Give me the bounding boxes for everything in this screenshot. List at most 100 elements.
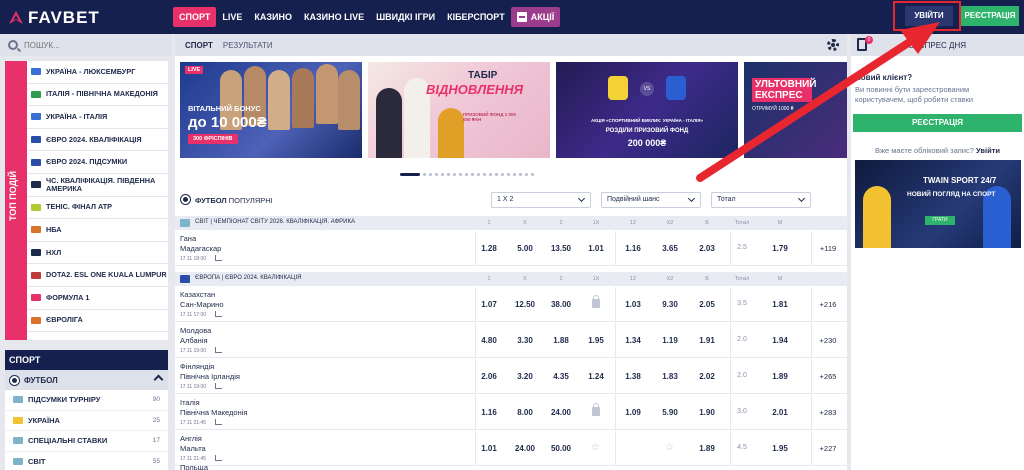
carousel-dot[interactable]: [519, 173, 522, 176]
team-away[interactable]: Албанія: [180, 336, 208, 345]
league-row[interactable]: ЄВРОПА | ЄВРО 2024. КВАЛІФІКАЦІЯ 1 X 2 1X 12 X…: [175, 272, 847, 286]
odds-button[interactable]: 1.89: [692, 444, 722, 453]
carousel-dot[interactable]: [507, 173, 510, 176]
nav-casino[interactable]: КАЗИНО: [248, 7, 298, 27]
sport-sub-item[interactable]: УКРАЇНА 25: [5, 411, 168, 431]
more-markets-button[interactable]: +230: [813, 336, 843, 345]
odds-button[interactable]: 12.50: [510, 300, 540, 309]
stats-icon[interactable]: [215, 455, 222, 461]
carousel-dot[interactable]: [465, 173, 468, 176]
odds-button[interactable]: 3.65: [655, 244, 685, 253]
top-event-item[interactable]: УКРАЇНА - ІТАЛІЯ: [27, 106, 168, 129]
carousel-dot[interactable]: [513, 173, 516, 176]
team-away[interactable]: Мадагаскар: [180, 244, 221, 253]
top-event-item[interactable]: ЧС. КВАЛІФІКАЦІЯ. ПІВДЕННА АМЕРИКА: [27, 174, 168, 197]
sport-sub-item[interactable]: ПІДСУМКИ ТУРНІРУ 90: [5, 390, 168, 411]
banner-ultimate-express[interactable]: УЛЬТОВНИЙ ЕКСПРЕС ОТРИМУЙ 1000 ₴: [744, 62, 847, 158]
odds-button[interactable]: 3.20: [510, 372, 540, 381]
stats-icon[interactable]: [215, 311, 222, 317]
match-row[interactable]: Англія Мальта 17.11 21:45 1.01 24.00 50.00 ☆ ☆ 1…: [175, 431, 847, 466]
top-event-item[interactable]: ЄВРО 2024. ПІДСУМКИ: [27, 151, 168, 174]
team-away[interactable]: Північна Македонія: [180, 408, 247, 417]
odds-button[interactable]: 1.79: [765, 244, 795, 253]
match-row[interactable]: Фінляндія Північна Ірландія 17.11 19:00 2.0…: [175, 359, 847, 394]
match-row[interactable]: Італія Північна Македонія 17.11 21:45 1.16 8…: [175, 395, 847, 430]
top-event-item[interactable]: DOTA2. ESL ONE KUALA LUMPUR: [27, 264, 168, 287]
stats-icon[interactable]: [215, 347, 222, 353]
odds-button[interactable]: 5.90: [655, 408, 685, 417]
odds-button[interactable]: 9.30: [655, 300, 685, 309]
team-home[interactable]: Гана: [180, 234, 196, 243]
nav-sport[interactable]: СПОРТ: [173, 7, 217, 27]
banner-recovery-camp[interactable]: ТАБІР ВІДНОВЛЕННЯ ПРИЗОВИЙ ФОНД 1 000 00…: [368, 62, 550, 158]
login-button[interactable]: УВІЙТИ: [905, 6, 953, 26]
team-home[interactable]: Молдова: [180, 326, 211, 335]
odds-button[interactable]: 1.89: [765, 372, 795, 381]
carousel-dot[interactable]: [459, 173, 462, 176]
match-row[interactable]: Казахстан Сан-Марино 17.11 17:00 1.07 12.50 3…: [175, 287, 847, 322]
search-icon[interactable]: [8, 40, 18, 50]
carousel-dot[interactable]: [489, 173, 492, 176]
top-event-item[interactable]: НБА: [27, 219, 168, 242]
odds-button[interactable]: 50.00: [546, 444, 576, 453]
market-select-1x2[interactable]: 1 X 2: [491, 192, 591, 208]
ad-play-button[interactable]: ГРАТИ: [925, 216, 955, 225]
odds-button[interactable]: 24.00: [510, 444, 540, 453]
stats-icon[interactable]: [215, 383, 222, 389]
carousel-dots[interactable]: [400, 173, 534, 176]
carousel-dot[interactable]: [423, 173, 426, 176]
odds-button[interactable]: 1.81: [765, 300, 795, 309]
stats-icon[interactable]: [215, 419, 222, 425]
chevron-up-icon[interactable]: [153, 374, 164, 385]
carousel-dot[interactable]: [501, 173, 504, 176]
odds-button[interactable]: 1.34: [618, 336, 648, 345]
top-event-item[interactable]: УКРАЇНА - ЛЮКСЕМБУРГ: [27, 61, 168, 84]
nav-fast-games[interactable]: ШВИДКІ ІГРИ: [370, 7, 441, 27]
carousel-dot[interactable]: [447, 173, 450, 176]
nav-promo[interactable]: АКЦІЇ: [510, 7, 561, 27]
odds-button[interactable]: 2.01: [765, 408, 795, 417]
gear-icon[interactable]: [827, 39, 839, 51]
sport-football[interactable]: ФУТБОЛ: [5, 370, 168, 390]
match-row[interactable]: Молдова Албанія 17.11 19:00 4.80 3.30 1.88 1.9…: [175, 323, 847, 358]
more-markets-button[interactable]: +283: [813, 408, 843, 417]
banner-welcome-bonus[interactable]: LIVE ВІТАЛЬНИЙ БОНУС до 10 000₴ 300 ФРІС…: [180, 62, 362, 158]
more-markets-button[interactable]: +227: [813, 444, 843, 453]
nav-casino-live[interactable]: КАЗИНО LIVE: [298, 7, 370, 27]
odds-button[interactable]: 1.01: [474, 444, 504, 453]
market-select-total[interactable]: Тотал: [711, 192, 811, 208]
top-event-item[interactable]: ФОРМУЛА 1: [27, 287, 168, 310]
odds-button[interactable]: 1.94: [765, 336, 795, 345]
team-home[interactable]: Польща: [180, 463, 208, 470]
login-link[interactable]: Увійти: [976, 146, 1000, 155]
odds-button[interactable]: 2.03: [692, 244, 722, 253]
team-home[interactable]: Англія: [180, 434, 202, 443]
stats-icon[interactable]: [215, 255, 222, 261]
logo[interactable]: FAVBET: [8, 8, 100, 27]
odds-button[interactable]: 1.90: [692, 408, 722, 417]
top-event-item[interactable]: ЄВРО 2024. КВАЛІФІКАЦІЯ: [27, 129, 168, 152]
carousel-dot[interactable]: [429, 173, 432, 176]
more-markets-button[interactable]: +216: [813, 300, 843, 309]
team-home[interactable]: Італія: [180, 398, 200, 407]
odds-button[interactable]: 8.00: [510, 408, 540, 417]
sport-sub-item[interactable]: СПЕЦІАЛЬНІ СТАВКИ 17: [5, 431, 168, 452]
odds-button[interactable]: 13.50: [546, 244, 576, 253]
carousel-dot[interactable]: [531, 173, 534, 176]
tab-sport[interactable]: СПОРТ: [185, 41, 213, 50]
nav-esports[interactable]: КІБЕРСПОРТ: [441, 7, 511, 27]
odds-button[interactable]: 1.16: [618, 244, 648, 253]
register-button[interactable]: РЕЄСТРАЦІЯ: [961, 6, 1019, 26]
odds-button[interactable]: 2.05: [692, 300, 722, 309]
team-away[interactable]: Мальта: [180, 444, 206, 453]
banner-sport-challenge[interactable]: VS АКЦІЯ «СПОРТИВНИЙ ВИКЛИК: УКРАЇНА - І…: [556, 62, 738, 158]
carousel-dot[interactable]: [441, 173, 444, 176]
odds-button[interactable]: 1.16: [474, 408, 504, 417]
twain-sport-ad[interactable]: TWAIN SPORT 24/7 НОВИЙ ПОГЛЯД НА СПОРТ Г…: [855, 160, 1021, 248]
odds-button[interactable]: 38.00: [546, 300, 576, 309]
odds-button[interactable]: 1.09: [618, 408, 648, 417]
tab-results[interactable]: РЕЗУЛЬТАТИ: [223, 41, 273, 50]
carousel-dot[interactable]: [477, 173, 480, 176]
carousel-dot[interactable]: [435, 173, 438, 176]
sport-sub-item[interactable]: СВІТ 55: [5, 452, 168, 470]
